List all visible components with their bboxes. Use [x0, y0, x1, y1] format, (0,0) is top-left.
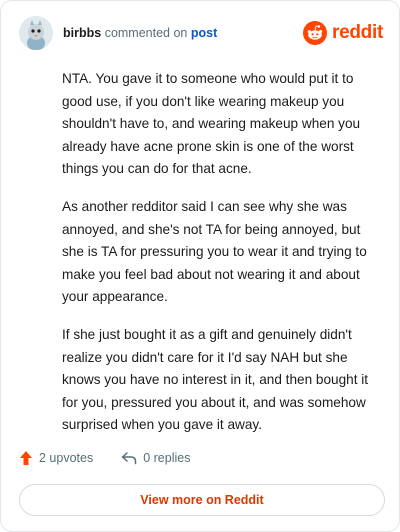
reddit-logo[interactable]: reddit — [303, 21, 383, 45]
view-more-button[interactable]: View more on Reddit — [19, 484, 385, 516]
comment-body: NTA. You gave it to someone who would pu… — [62, 68, 381, 452]
post-link[interactable]: post — [191, 26, 217, 40]
action-text: commented on — [104, 26, 188, 40]
avatar-icon — [19, 16, 53, 50]
reddit-wordmark: reddit — [332, 22, 383, 43]
reply-button[interactable]: 0 replies — [121, 451, 190, 465]
upvote-arrow-icon — [20, 451, 32, 465]
comment-meta: birbbs commented on post — [63, 26, 217, 40]
comment-actions: 2 upvotes 0 replies — [19, 450, 190, 466]
author-name[interactable]: birbbs — [63, 26, 101, 40]
comment-paragraph: As another redditor said I can see why s… — [62, 198, 367, 305]
reply-count: 0 replies — [143, 451, 191, 465]
upvote-button[interactable]: 2 upvotes — [19, 450, 93, 466]
comment-paragraph: NTA. You gave it to someone who would pu… — [62, 71, 361, 177]
comment-header: birbbs commented on post reddit — [19, 15, 383, 51]
reply-arrow-icon — [121, 452, 137, 465]
upvote-count: 2 upvotes — [39, 451, 94, 465]
avatar[interactable] — [19, 16, 53, 50]
comment-paragraph: If she just bought it as a gift and genu… — [62, 326, 369, 433]
comment-embed-card: birbbs commented on post reddit NTA. You… — [0, 0, 400, 532]
reddit-logo-icon — [303, 21, 328, 45]
